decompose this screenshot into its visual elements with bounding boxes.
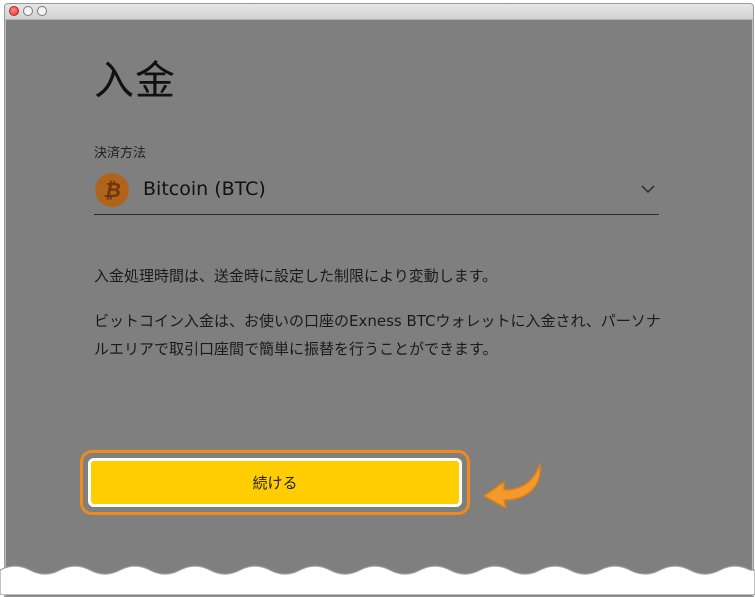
page-title: 入金 [94,58,176,104]
bitcoin-deposit-info-text: ビットコイン入金は、お使いの口座のExness BTCウォレットに入金され、パー… [94,312,661,358]
title-bar [5,4,753,20]
zoom-window-button[interactable] [37,6,47,16]
payment-method-label: 決済方法 [94,146,147,161]
close-window-button[interactable] [9,6,19,16]
torn-edge-decoration [0,565,755,595]
continue-button[interactable]: 続ける [88,458,462,507]
processing-time-text: 入金処理時間は、送金時に設定した制限により変動します。 [94,267,498,285]
chevron-down-icon[interactable] [637,178,659,200]
bitcoin-icon: ₿ [95,173,129,207]
minimize-window-button[interactable] [23,6,33,16]
payment-method-select[interactable]: ₿ Bitcoin (BTC) [94,168,659,215]
payment-method-value: Bitcoin (BTC) [143,178,266,200]
pointer-arrow-icon [483,463,541,509]
